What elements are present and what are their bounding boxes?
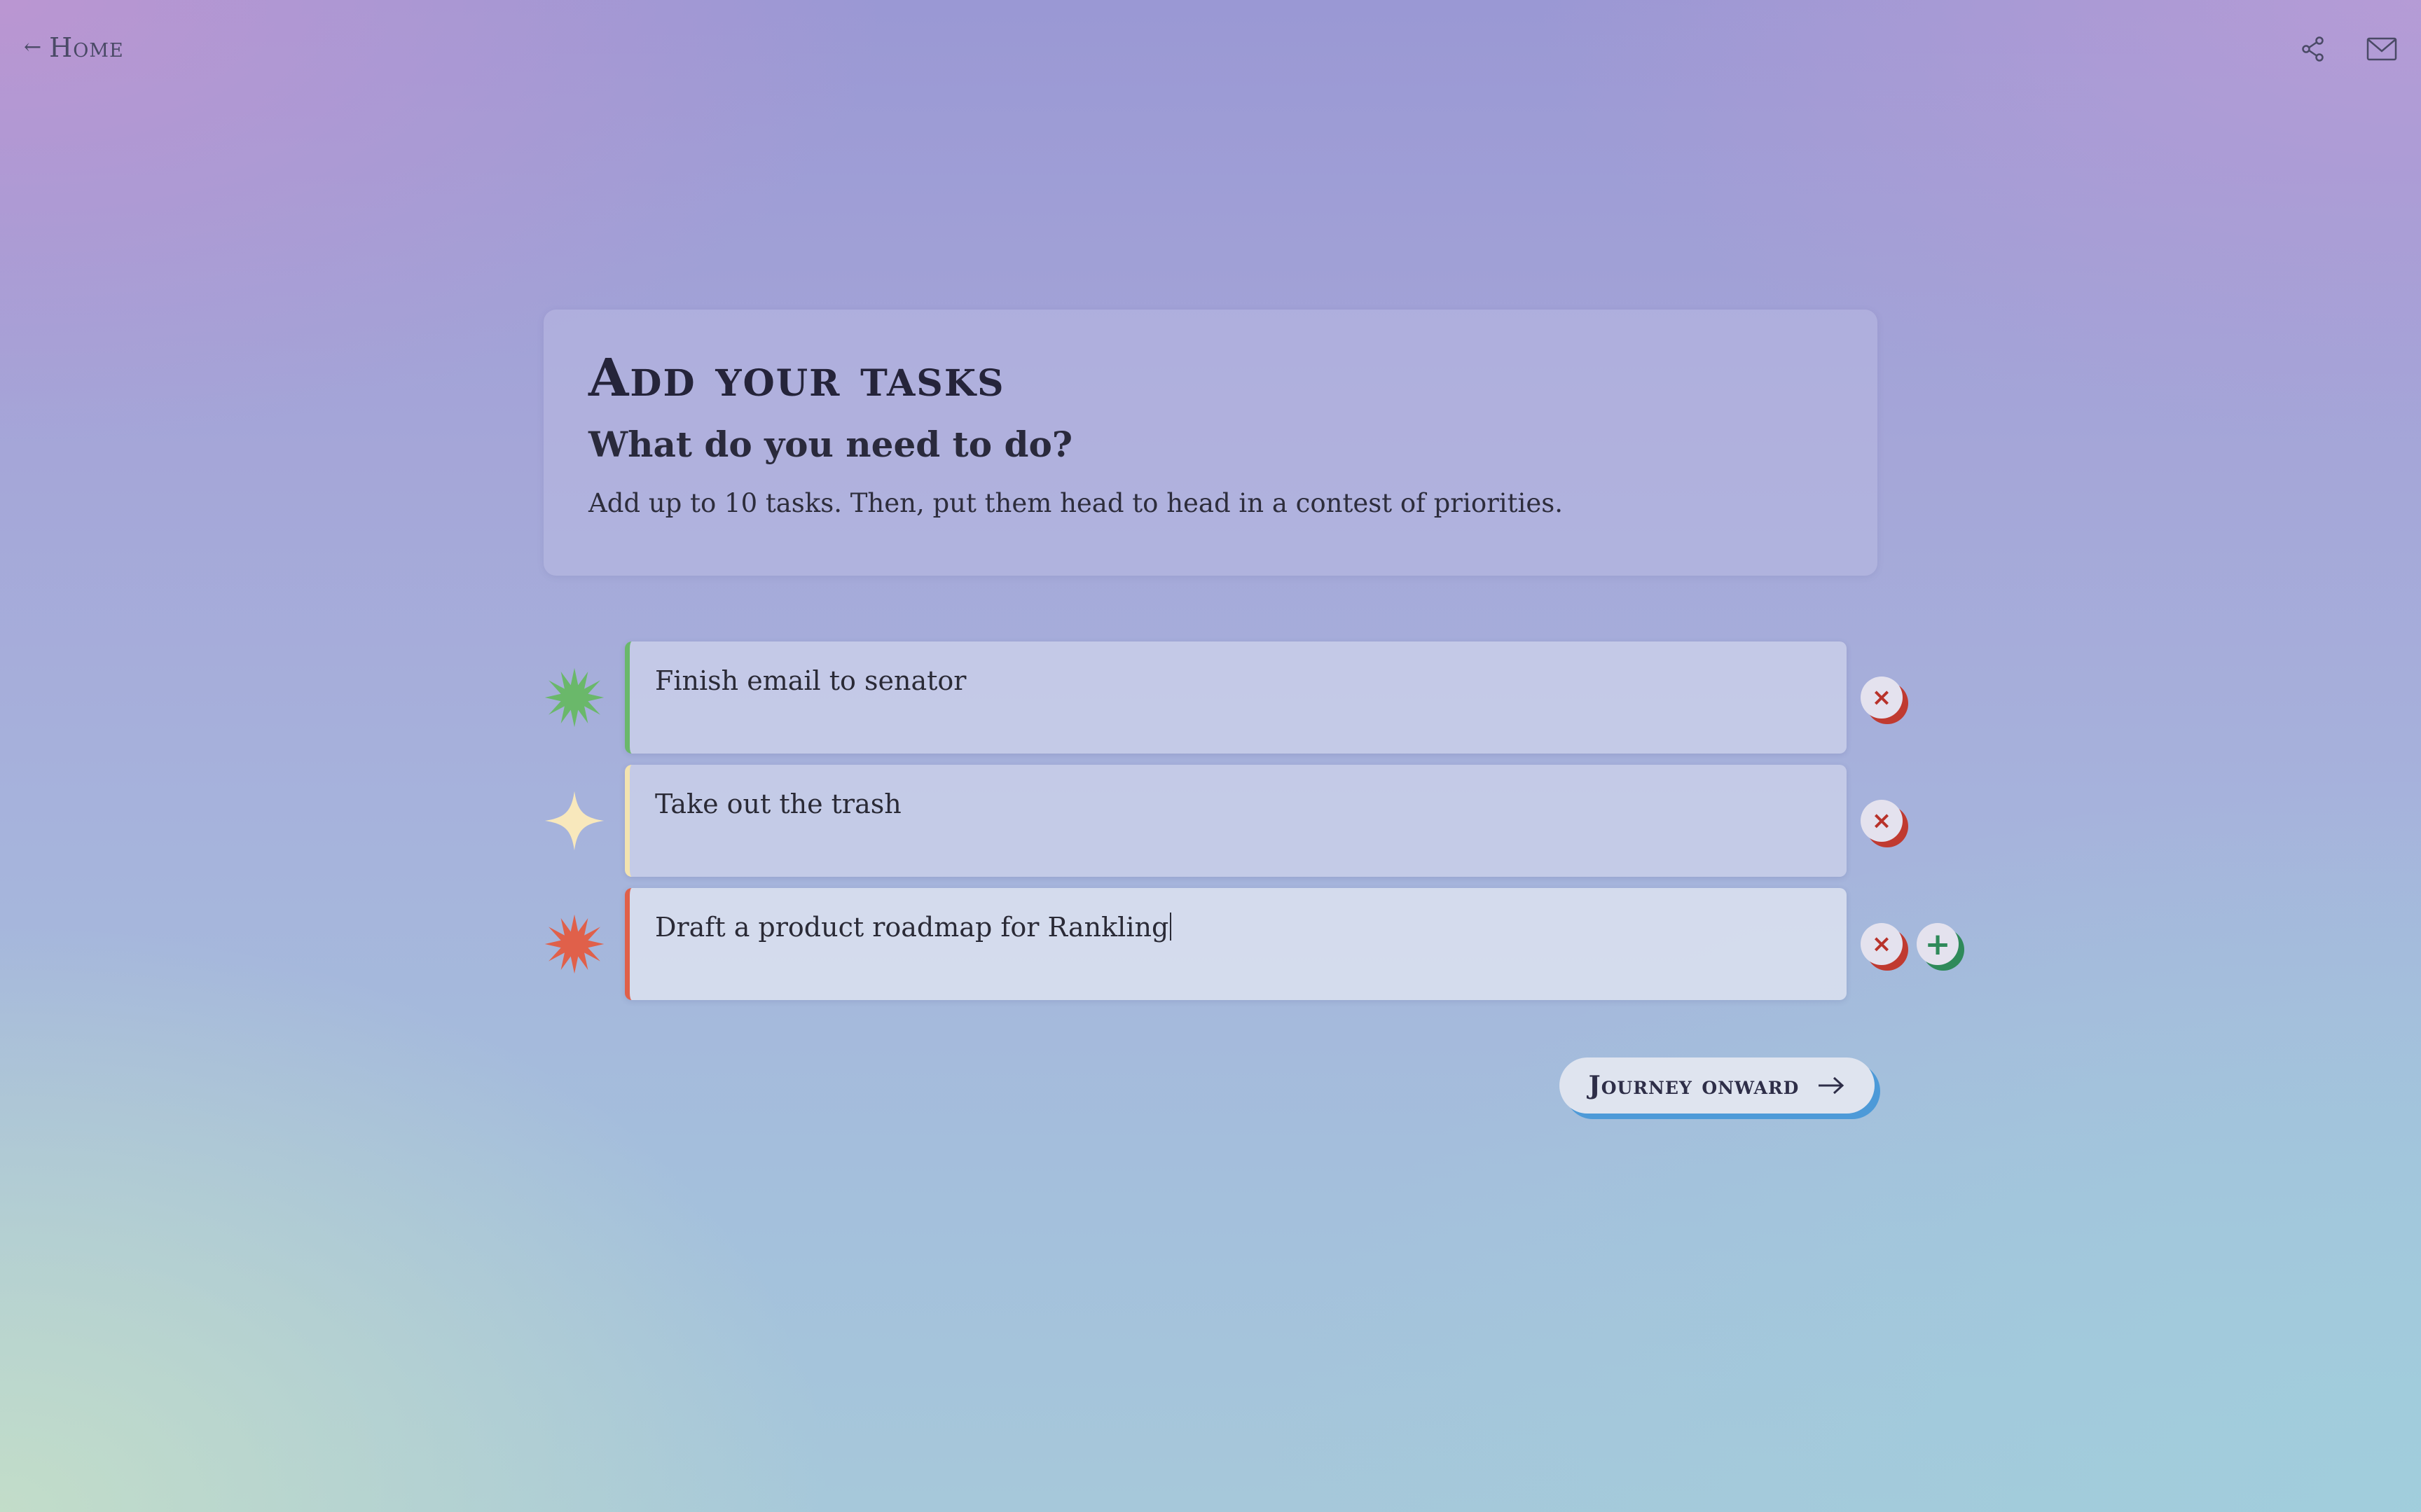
back-arrow-icon: ← (24, 35, 43, 60)
journey-onward-label: Journey onward (1588, 1071, 1800, 1100)
text-caret (1170, 913, 1172, 941)
remove-task-button[interactable]: × (1861, 677, 1903, 719)
task-row: Finish email to senator × (544, 641, 1903, 754)
task-input-text: Draft a product roadmap for Rankling (655, 912, 1169, 943)
red-starburst-icon (544, 914, 605, 974)
mail-button[interactable] (2362, 29, 2401, 69)
add-task-button[interactable]: + (1917, 923, 1959, 965)
share-icon (2302, 36, 2324, 62)
task-row: Take out the trash × (544, 765, 1903, 877)
task-list: Finish email to senator × Take out the t… (544, 641, 1959, 1011)
green-starburst-icon (544, 667, 605, 728)
header-card: Add your tasks What do you need to do? A… (544, 310, 1877, 576)
task-input[interactable]: Finish email to senator (625, 641, 1847, 754)
page-description: Add up to 10 tasks. Then, put them head … (588, 488, 1563, 519)
task-input-active[interactable]: Draft a product roadmap for Rankling (625, 888, 1847, 1000)
close-icon: × (1871, 807, 1892, 835)
task-row: Draft a product roadmap for Rankling × + (544, 888, 1959, 1000)
arrow-right-icon (1819, 1076, 1844, 1095)
journey-onward-button[interactable]: Journey onward (1559, 1057, 1875, 1114)
plus-icon: + (1924, 926, 1951, 962)
page-subtitle: What do you need to do? (588, 424, 1073, 466)
mail-icon (2366, 37, 2397, 61)
four-point-star-icon (544, 791, 605, 851)
close-icon: × (1871, 684, 1892, 712)
top-actions (2294, 29, 2401, 69)
home-link[interactable]: ← Home (24, 32, 124, 63)
page-title: Add your tasks (588, 348, 1005, 408)
share-button[interactable] (2294, 29, 2333, 69)
home-link-label: Home (49, 32, 124, 63)
task-input[interactable]: Take out the trash (625, 765, 1847, 877)
remove-task-button[interactable]: × (1861, 800, 1903, 842)
close-icon: × (1871, 930, 1892, 958)
remove-task-button[interactable]: × (1861, 923, 1903, 965)
